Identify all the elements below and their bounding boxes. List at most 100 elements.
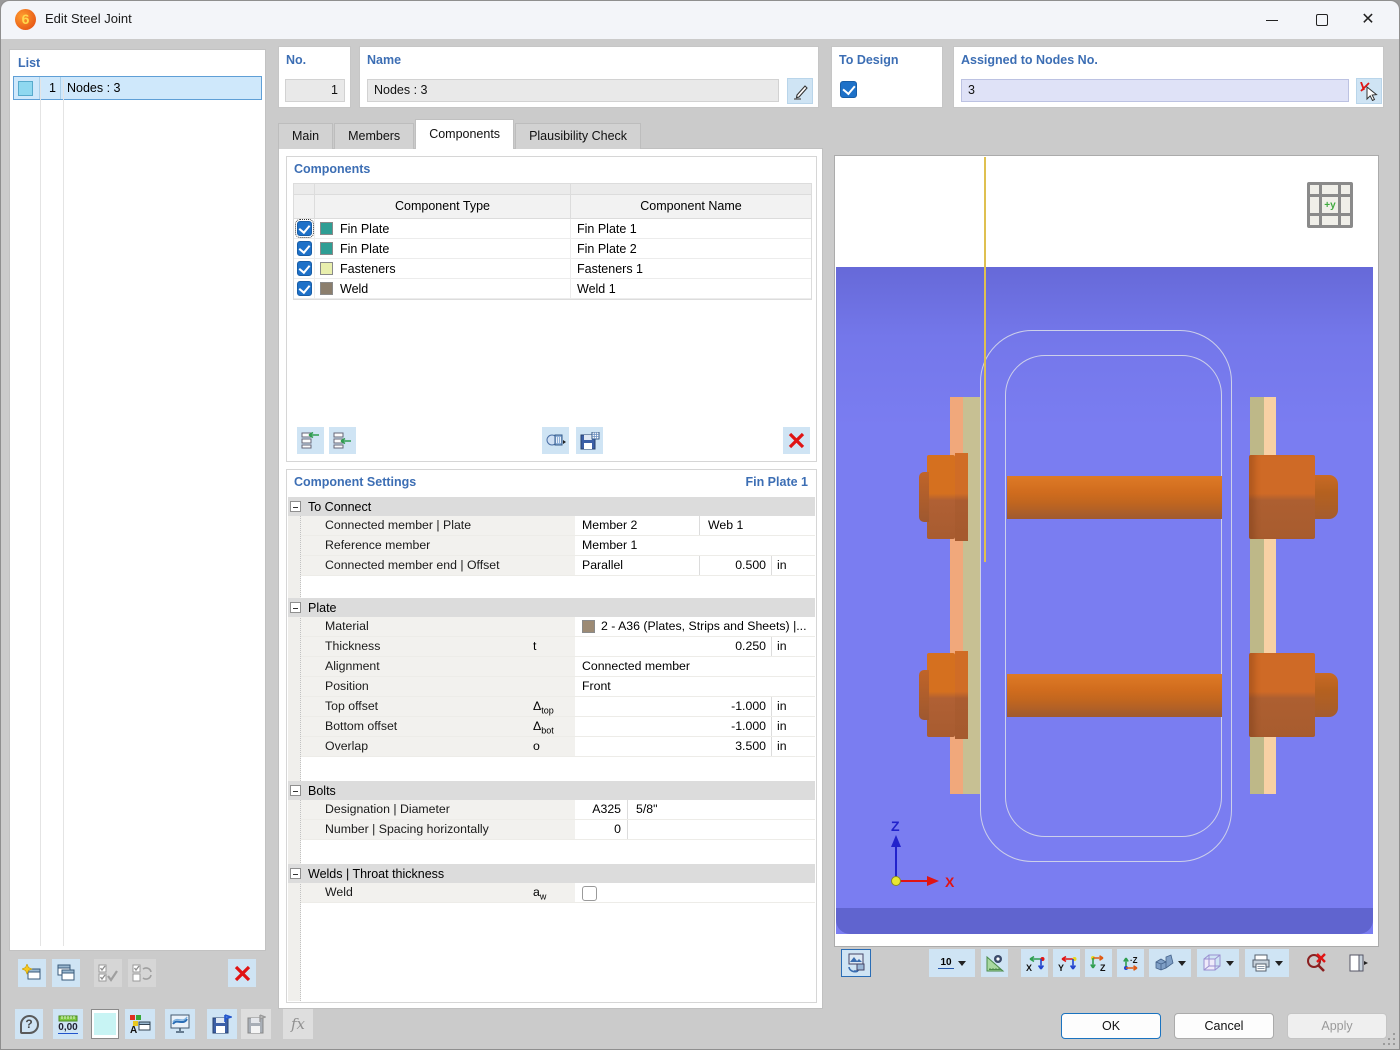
setting-row-thickness[interactable]: Thickness t 0.250 in xyxy=(288,637,815,657)
no-input[interactable]: 1 xyxy=(285,79,345,102)
selected-component-name: Fin Plate 1 xyxy=(745,475,808,489)
tab-plausibility-check[interactable]: Plausibility Check xyxy=(515,123,642,149)
no-label: No. xyxy=(286,53,307,67)
table-row[interactable]: Fin Plate Fin Plate 1 xyxy=(294,219,811,239)
section-bolts[interactable]: Bolts xyxy=(288,781,815,800)
save-as-default-button[interactable] xyxy=(207,1009,237,1039)
section-welds[interactable]: Welds | Throat thickness xyxy=(288,864,815,883)
row-checkbox[interactable] xyxy=(296,281,312,296)
titlebar[interactable]: 6 Edit Steel Joint ✕ xyxy=(1,1,1399,39)
tab-components[interactable]: Components xyxy=(415,119,515,149)
load-default-button[interactable] xyxy=(241,1009,271,1039)
pencil-icon xyxy=(793,84,808,100)
nav-cube-face-label[interactable]: +y xyxy=(1322,197,1338,213)
collapse-icon[interactable] xyxy=(290,602,301,613)
edit-steel-joint-dialog: 6 Edit Steel Joint ✕ List 1 Nodes : 3 No… xyxy=(0,0,1400,1050)
setting-row-bottom-offset[interactable]: Bottom offset Δbot -1.000 in xyxy=(288,717,815,737)
apply-button[interactable]: Apply xyxy=(1287,1013,1387,1039)
table-row[interactable]: Weld Weld 1 xyxy=(294,279,811,299)
select-all-button[interactable] xyxy=(94,959,122,987)
close-icon: ✕ xyxy=(1361,11,1375,28)
delete-component-button[interactable] xyxy=(783,427,810,454)
move-row-down-button[interactable] xyxy=(329,427,356,454)
collapse-icon[interactable] xyxy=(290,868,301,879)
arrow-rows-icon xyxy=(333,432,351,449)
tab-main[interactable]: Main xyxy=(278,123,334,149)
measure-tool-button[interactable] xyxy=(981,949,1008,977)
formula-button[interactable]: fx xyxy=(283,1009,313,1039)
chevron-down-icon xyxy=(1226,960,1234,966)
wireframe-cube-icon xyxy=(1203,954,1221,971)
delete-joint-button[interactable] xyxy=(228,959,256,987)
invert-selection-button[interactable] xyxy=(128,959,156,987)
svg-text:Z: Z xyxy=(1100,963,1106,973)
maximize-button[interactable] xyxy=(1299,1,1345,39)
setting-row-overlap[interactable]: Overlap o 3.500 in xyxy=(288,737,815,757)
print-preview-rotate-button[interactable] xyxy=(841,949,871,977)
setting-row-member-end-offset[interactable]: Connected member end | Offset Parallel 0… xyxy=(288,556,815,576)
units-settings-button[interactable]: 0,00 xyxy=(53,1009,83,1039)
setting-row-top-offset[interactable]: Top offset Δtop -1.000 in xyxy=(288,697,815,717)
select-nodes-button[interactable] xyxy=(1356,78,1382,104)
setting-row-weld[interactable]: Weld aw xyxy=(288,883,815,903)
setting-row-reference-member[interactable]: Reference member Member 1 xyxy=(288,536,815,556)
copy-joint-button[interactable] xyxy=(52,959,80,987)
view-minus-z-button[interactable]: ·Z xyxy=(1117,949,1144,977)
setting-row-designation-diameter[interactable]: Designation | Diameter A325 5/8" xyxy=(288,800,815,820)
import-from-library-button[interactable] xyxy=(542,427,569,454)
cursor-deselect-icon xyxy=(1360,81,1378,101)
setting-row-alignment[interactable]: Alignment Connected member xyxy=(288,657,815,677)
setting-row-connected-member-plate[interactable]: Connected member | Plate Member 2 Web 1 xyxy=(288,516,815,536)
bolt-washer xyxy=(955,453,968,541)
setting-row-material[interactable]: Material 2 - A36 (Plates, Strips and She… xyxy=(288,617,815,637)
bolt-head-chamfer xyxy=(919,670,929,720)
tab-members[interactable]: Members xyxy=(334,123,415,149)
move-row-up-button[interactable] xyxy=(297,427,324,454)
rendering-settings-button[interactable] xyxy=(165,1009,195,1039)
section-to-connect[interactable]: To Connect xyxy=(288,497,815,516)
component-settings-title: Component Settings xyxy=(294,475,417,489)
view-y-button[interactable]: Y xyxy=(1053,949,1080,977)
dimension-display-button[interactable]: 10 xyxy=(929,949,975,977)
row-checkbox[interactable] xyxy=(296,241,312,256)
help-button[interactable]: ? xyxy=(15,1009,43,1039)
print-button[interactable] xyxy=(1245,949,1289,977)
resize-grip[interactable] xyxy=(1383,1033,1395,1045)
table-row[interactable]: Fin Plate Fin Plate 2 xyxy=(294,239,811,259)
table-row[interactable]: Fasteners Fasteners 1 xyxy=(294,259,811,279)
ok-button[interactable]: OK xyxy=(1061,1013,1161,1039)
view-navigation-cube[interactable]: +y xyxy=(1307,182,1353,228)
side-panel-button[interactable] xyxy=(1344,949,1372,977)
row-checkbox[interactable] xyxy=(294,219,314,238)
component-type: Fin Plate xyxy=(340,221,390,236)
row-checkbox[interactable] xyxy=(296,261,312,276)
new-joint-button[interactable] xyxy=(18,959,46,987)
assigned-nodes-input[interactable]: 3 xyxy=(961,79,1349,102)
setting-row-position[interactable]: Position Front xyxy=(288,677,815,697)
close-button[interactable]: ✕ xyxy=(1345,1,1391,39)
to-design-checkbox[interactable] xyxy=(840,81,857,98)
save-to-library-button[interactable] xyxy=(576,427,603,454)
toggle-check-icon xyxy=(132,964,152,982)
cancel-zoom-button[interactable] xyxy=(1302,949,1330,977)
minimize-button[interactable] xyxy=(1249,1,1295,39)
name-input[interactable]: Nodes : 3 xyxy=(367,79,779,102)
display-properties-button[interactable]: A xyxy=(125,1009,155,1039)
isometric-view-button[interactable] xyxy=(1149,949,1191,977)
components-tab-page: Components Component Type Component Name… xyxy=(278,148,823,1009)
view-mode-button[interactable] xyxy=(1197,949,1239,977)
rename-button[interactable] xyxy=(787,78,813,104)
weld-checkbox[interactable] xyxy=(582,886,597,901)
cancel-button[interactable]: Cancel xyxy=(1174,1013,1274,1039)
view-z-button[interactable]: Z xyxy=(1085,949,1112,977)
3d-viewport[interactable]: Z X +y xyxy=(834,155,1379,947)
library-icon xyxy=(546,434,566,446)
collapse-icon[interactable] xyxy=(290,785,301,796)
view-x-button[interactable]: X xyxy=(1021,949,1048,977)
background-color-button[interactable] xyxy=(91,1009,119,1039)
image-rotate-icon xyxy=(848,953,865,973)
collapse-icon[interactable] xyxy=(290,501,301,512)
setting-row-number-spacing[interactable]: Number | Spacing horizontally 0 xyxy=(288,820,815,840)
bolt-head-chamfer xyxy=(919,472,929,522)
section-plate[interactable]: Plate xyxy=(288,598,815,617)
